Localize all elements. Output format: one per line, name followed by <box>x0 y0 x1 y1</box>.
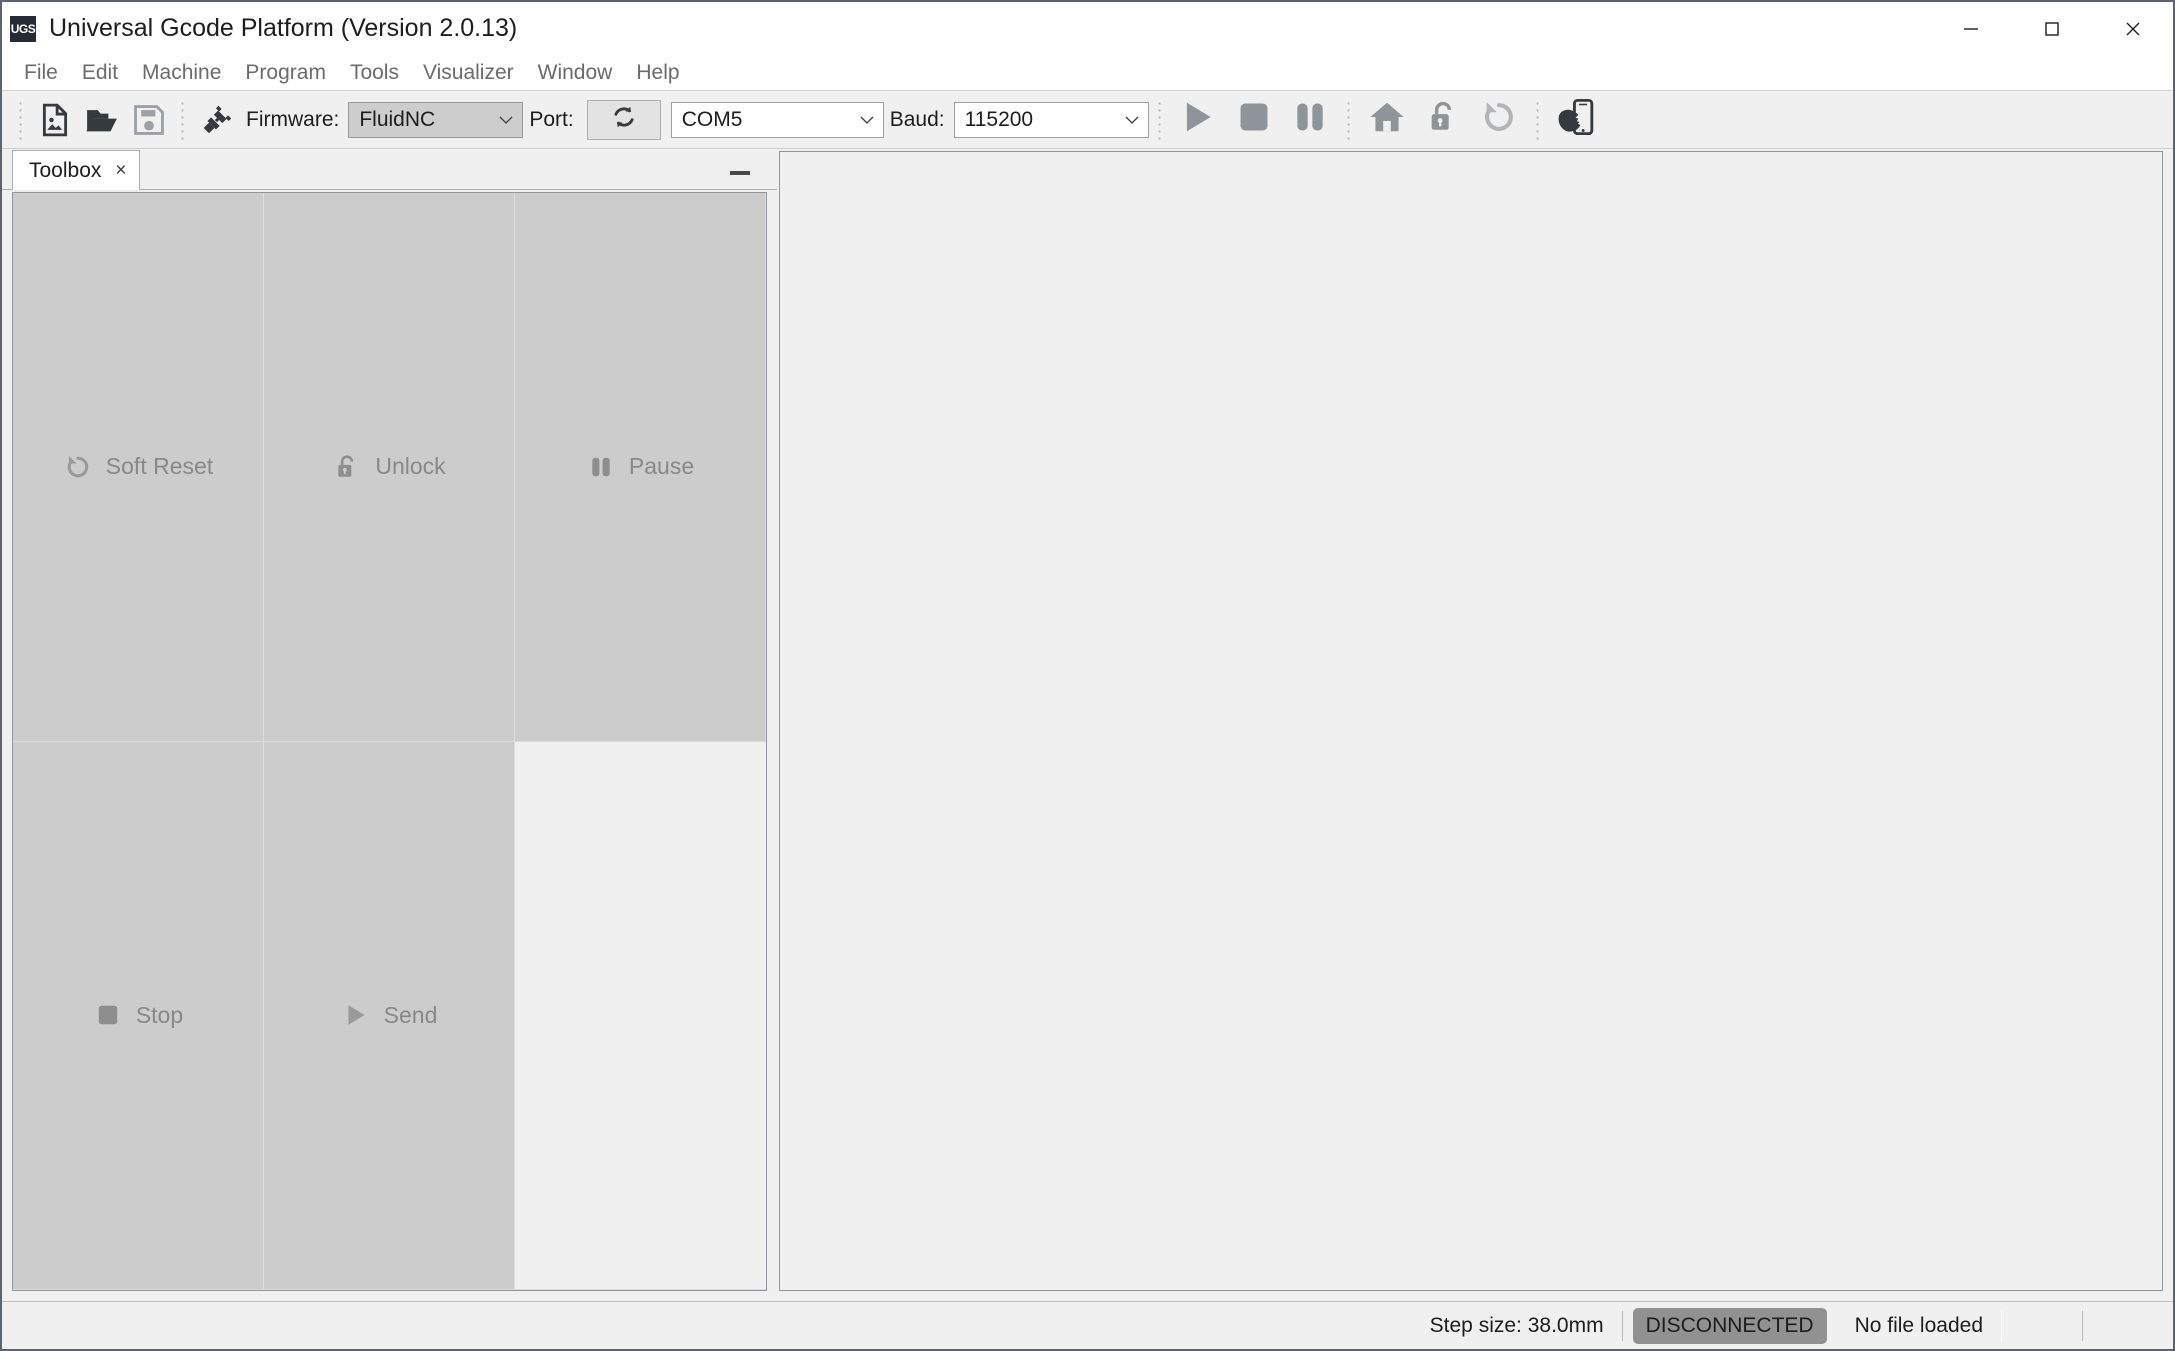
menu-item-help[interactable]: Help <box>624 55 691 91</box>
toolbox-button-label: Soft Reset <box>105 453 214 480</box>
new-file-button[interactable] <box>31 96 78 143</box>
soft-reset-icon <box>1480 98 1518 141</box>
pendant-button[interactable] <box>1548 95 1604 145</box>
menu-item-program[interactable]: Program <box>233 55 338 91</box>
status-divider <box>2082 1310 2083 1341</box>
unlock-icon <box>1426 100 1460 139</box>
close-button[interactable] <box>2092 2 2173 55</box>
baud-value: 115200 <box>964 107 1034 131</box>
unlock-icon <box>332 452 362 482</box>
pause-icon <box>586 452 616 482</box>
chevron-down-icon <box>1124 112 1140 128</box>
stop-icon <box>1235 98 1273 141</box>
connect-plug-icon <box>199 102 235 138</box>
status-bar: Step size: 38.0mm DISCONNECTED No file l… <box>2 1301 2173 1349</box>
baud-label: Baud: <box>889 107 945 131</box>
window-controls <box>1930 2 2173 55</box>
menu-item-window[interactable]: Window <box>526 55 625 91</box>
close-icon <box>2123 19 2143 39</box>
stop-icon <box>93 1000 123 1030</box>
menu-item-visualizer[interactable]: Visualizer <box>411 55 526 91</box>
baud-select[interactable]: 115200 <box>953 101 1149 138</box>
home-icon <box>1368 98 1406 141</box>
status-step-size: Step size: 38.0mm <box>1429 1313 1604 1337</box>
toolbox-button-pause[interactable]: Pause <box>515 193 766 742</box>
home-button[interactable] <box>1359 95 1415 145</box>
toolbox-button-label: Send <box>383 1001 438 1028</box>
minimize-icon <box>730 171 750 175</box>
menu-item-tools[interactable]: Tools <box>338 55 411 91</box>
toolbar-separator <box>181 99 184 140</box>
menu-bar: File Edit Machine Program Tools Visualiz… <box>2 55 2173 91</box>
refresh-icon <box>611 104 637 135</box>
tab-toolbox[interactable]: Toolbox × <box>12 150 140 190</box>
port-label: Port: <box>529 107 574 131</box>
play-button[interactable] <box>1170 95 1226 145</box>
tab-strip: Toolbox × <box>2 149 777 190</box>
panel-minimize-button[interactable] <box>727 163 753 183</box>
stop-button[interactable] <box>1226 95 1282 145</box>
toolbox-button-label: Unlock <box>375 453 446 480</box>
toolbox-panel: Toolbox × Soft Reset Unlock Pause Stop S… <box>2 149 777 1301</box>
unlock-button[interactable] <box>1415 95 1471 145</box>
play-icon <box>1179 98 1217 141</box>
toolbox-button-label: Pause <box>628 453 695 480</box>
toolbox-button-unlock[interactable]: Unlock <box>264 193 515 742</box>
main-content-area: Toolbox × Soft Reset Unlock Pause Stop S… <box>2 149 2173 1301</box>
status-file-loaded: No file loaded <box>1854 1313 1983 1337</box>
toolbox-button-soft-reset[interactable]: Soft Reset <box>13 193 264 742</box>
status-divider <box>1621 1310 1623 1341</box>
window-title: Universal Gcode Platform (Version 2.0.13… <box>49 14 518 42</box>
visualizer-panel[interactable] <box>779 151 2163 1291</box>
menu-item-file[interactable]: File <box>12 55 70 91</box>
title-bar: UGS Universal Gcode Platform (Version 2.… <box>2 2 2173 55</box>
toolbox-button-label: Stop <box>135 1001 184 1028</box>
minimize-icon <box>1961 19 1981 39</box>
toolbox-empty-cell <box>515 741 766 1290</box>
toolbar-separator <box>1346 99 1350 140</box>
save-file-icon <box>132 103 166 137</box>
toolbox-button-grid: Soft Reset Unlock Pause Stop Send <box>12 192 767 1291</box>
application-window: UGS Universal Gcode Platform (Version 2.… <box>0 0 2175 1351</box>
toolbox-button-stop[interactable]: Stop <box>13 741 264 1290</box>
toolbar-separator <box>1535 99 1539 140</box>
firmware-select[interactable]: FluidNC <box>348 101 524 138</box>
status-divider <box>2001 1310 2002 1341</box>
menu-item-machine[interactable]: Machine <box>130 55 233 91</box>
chevron-down-icon <box>498 112 514 128</box>
tab-close-icon[interactable]: × <box>115 160 126 182</box>
tab-toolbox-label: Toolbox <box>29 158 102 182</box>
pendant-device-icon <box>1557 98 1595 141</box>
menu-item-edit[interactable]: Edit <box>70 55 130 91</box>
play-icon <box>341 1000 371 1030</box>
main-toolbar: Firmware: FluidNC Port: COM5 Baud: 11520… <box>2 91 2173 149</box>
connect-button[interactable] <box>193 96 240 143</box>
maximize-icon <box>2042 19 2062 39</box>
toolbar-separator <box>19 99 22 140</box>
minimize-button[interactable] <box>1930 2 2011 55</box>
toolbox-button-send[interactable]: Send <box>264 741 515 1290</box>
port-refresh-button[interactable] <box>586 99 661 140</box>
save-file-button[interactable] <box>125 96 172 143</box>
maximize-button[interactable] <box>2011 2 2092 55</box>
open-file-icon <box>85 103 119 137</box>
new-file-icon <box>38 103 72 137</box>
pause-icon <box>1291 98 1329 141</box>
chevron-down-icon <box>859 112 875 128</box>
open-file-button[interactable] <box>78 96 125 143</box>
toolbar-separator <box>1157 99 1161 140</box>
pause-button[interactable] <box>1282 95 1338 145</box>
firmware-label: Firmware: <box>246 107 340 131</box>
port-select[interactable]: COM5 <box>670 101 884 138</box>
soft-reset-button[interactable] <box>1471 95 1527 145</box>
port-value: COM5 <box>681 107 743 131</box>
app-logo-icon: UGS <box>10 15 36 42</box>
soft-reset-icon <box>63 452 93 482</box>
status-badge-connection: DISCONNECTED <box>1632 1307 1827 1344</box>
firmware-value: FluidNC <box>359 107 436 131</box>
